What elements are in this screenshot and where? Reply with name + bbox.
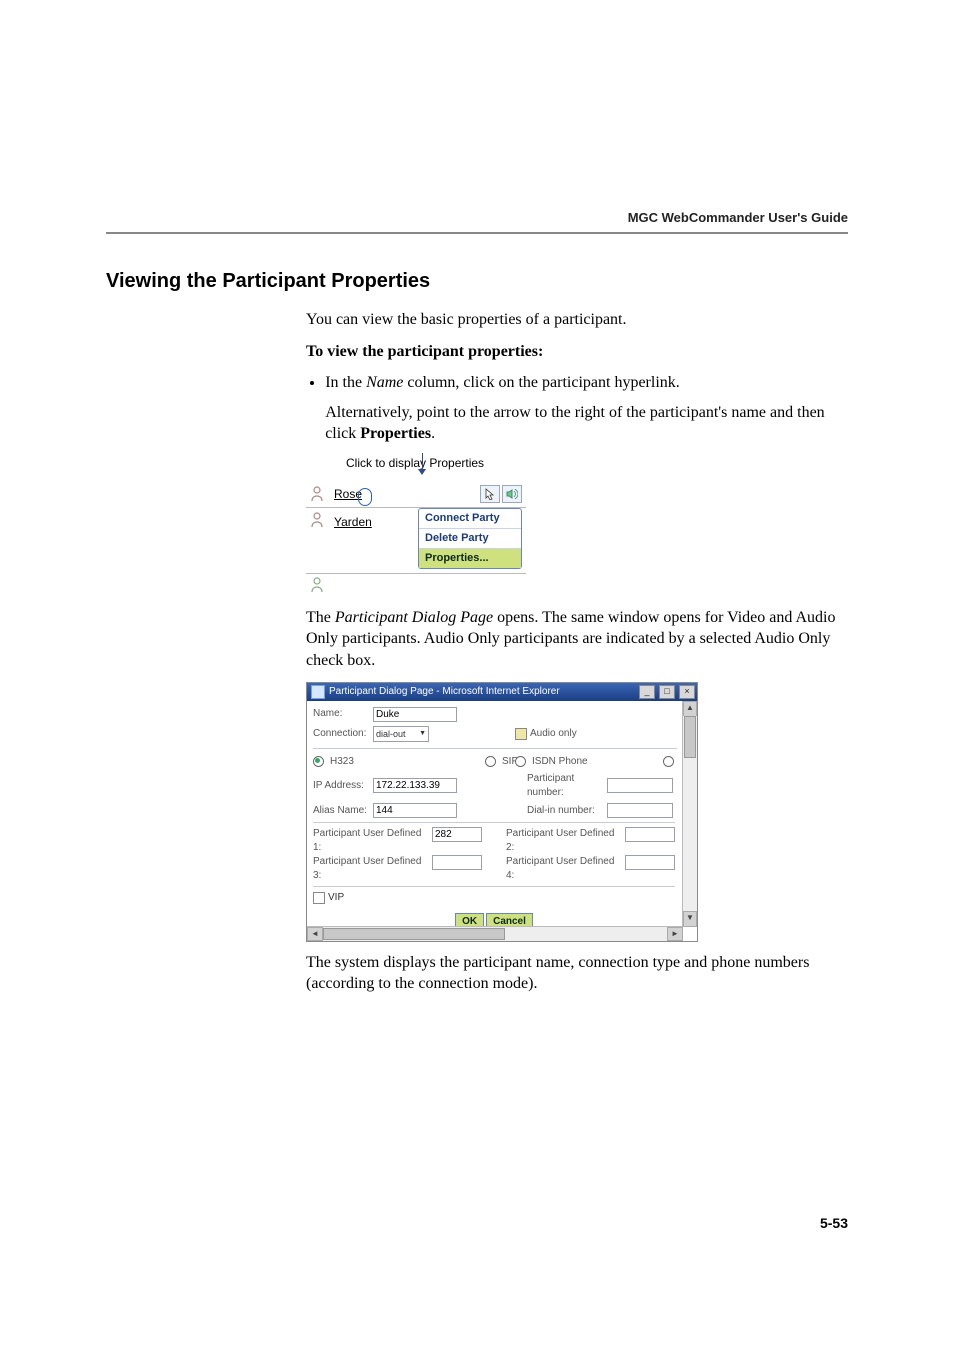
label-h323: H323 <box>330 755 354 769</box>
radio-extra[interactable] <box>663 756 674 767</box>
label-audio-only: Audio only <box>530 727 577 741</box>
after-fig1-a: The <box>306 609 335 626</box>
label-isdn-phone: ISDN Phone <box>532 755 588 769</box>
participant-icon <box>310 512 324 528</box>
list-item: Zvika <box>306 574 526 597</box>
maximize-button[interactable]: □ <box>659 685 675 699</box>
participant-link-yarden[interactable]: Yarden <box>334 515 372 529</box>
speaker-icon <box>502 485 522 503</box>
connection-value: dial-out <box>376 728 406 740</box>
participant-icon <box>310 577 324 593</box>
menu-item-connect-party[interactable]: Connect Party <box>419 509 521 529</box>
ie-icon <box>311 685 325 699</box>
cursor-icon <box>480 485 500 503</box>
label-ud2: Participant User Defined 2: <box>506 827 619 854</box>
step1-lead: In the <box>325 374 366 391</box>
label-ud1: Participant User Defined 1: <box>313 827 426 854</box>
after-fig1-italic: Participant Dialog Page <box>335 609 493 626</box>
menu-item-delete-party[interactable]: Delete Party <box>419 529 521 549</box>
running-head: MGC WebCommander User's Guide <box>628 210 848 225</box>
menu-item-properties[interactable]: Properties... <box>419 549 521 568</box>
separator <box>313 748 677 749</box>
scroll-track[interactable] <box>323 927 667 941</box>
scroll-left-icon[interactable]: ◄ <box>307 927 323 941</box>
dial-in-number-field[interactable] <box>607 803 673 818</box>
list-item: Yarden Connect Party Delete Party Proper… <box>306 508 526 574</box>
horizontal-scrollbar[interactable]: ◄ ► <box>307 926 683 941</box>
minimize-button[interactable]: _ <box>639 685 655 699</box>
participant-list: Rose <box>306 481 526 597</box>
label-ip-address: IP Address: <box>313 779 373 793</box>
radio-h323[interactable] <box>313 756 324 767</box>
scroll-thumb[interactable] <box>684 716 696 758</box>
ud1-field[interactable] <box>432 827 482 842</box>
connection-select[interactable]: dial-out ▼ <box>373 726 429 742</box>
separator <box>313 886 675 887</box>
step1-alt-bold: Properties <box>360 425 431 442</box>
scroll-down-icon[interactable]: ▼ <box>683 911 697 927</box>
page-number: 5-53 <box>820 1215 848 1231</box>
vertical-scrollbar[interactable]: ▲ ▼ <box>682 701 697 927</box>
chevron-down-icon: ▼ <box>419 729 426 738</box>
radio-sip[interactable] <box>485 756 496 767</box>
figure1-annotation: Click to display Properties <box>346 455 526 471</box>
radio-isdn-phone[interactable] <box>515 756 526 767</box>
intro-paragraph: You can view the basic properties of a p… <box>306 309 846 331</box>
label-dial-in-number: Dial-in number: <box>527 804 607 818</box>
annotation-arrow <box>306 471 526 481</box>
label-vip: VIP <box>328 891 344 905</box>
scroll-up-icon[interactable]: ▲ <box>683 701 697 717</box>
after-figure1-paragraph: The Participant Dialog Page opens. The s… <box>306 607 846 672</box>
participant-number-field[interactable] <box>607 778 673 793</box>
dialog-titlebar: Participant Dialog Page - Microsoft Inte… <box>307 683 697 701</box>
step-1: In the Name column, click on the partici… <box>325 372 846 445</box>
label-connection: Connection: <box>313 727 373 741</box>
scroll-right-icon[interactable]: ► <box>667 927 683 941</box>
scroll-thumb[interactable] <box>323 928 505 940</box>
highlight-ring <box>358 488 372 506</box>
step1-alt-b: . <box>431 425 435 442</box>
procedure-heading: To view the participant properties: <box>306 341 846 363</box>
ud2-field[interactable] <box>625 827 675 842</box>
label-ud3: Participant User Defined 3: <box>313 855 426 882</box>
name-field[interactable] <box>373 707 457 722</box>
close-button[interactable]: × <box>679 685 695 699</box>
figure-dialog: Participant Dialog Page - Microsoft Inte… <box>306 682 846 942</box>
label-participant-number: Participant number: <box>527 772 607 799</box>
step1-cont: column, click on the participant hyperli… <box>403 374 679 391</box>
list-item: Rose <box>306 481 526 508</box>
label-name: Name: <box>313 707 373 721</box>
arrow-trigger[interactable] <box>480 485 522 503</box>
vip-checkbox[interactable] <box>313 892 325 904</box>
figure-context-menu: Click to display Properties Rose <box>306 455 526 597</box>
label-alias-name: Alias Name: <box>313 804 373 818</box>
ip-address-field[interactable] <box>373 778 457 793</box>
separator <box>313 822 675 823</box>
step1-italic: Name <box>366 374 403 391</box>
participant-icon <box>310 486 324 502</box>
ud3-field[interactable] <box>432 855 482 870</box>
dialog-window: Participant Dialog Page - Microsoft Inte… <box>306 682 698 942</box>
dialog-title: Participant Dialog Page - Microsoft Inte… <box>329 685 635 699</box>
alias-name-field[interactable] <box>373 803 457 818</box>
context-menu: Connect Party Delete Party Properties... <box>418 508 522 569</box>
after-figure2-paragraph: The system displays the participant name… <box>306 952 846 995</box>
section-title: Viewing the Participant Properties <box>106 270 846 293</box>
label-ud4: Participant User Defined 4: <box>506 855 619 882</box>
ud4-field[interactable] <box>625 855 675 870</box>
header-rule <box>106 232 848 234</box>
audio-only-checkbox[interactable] <box>515 728 527 740</box>
